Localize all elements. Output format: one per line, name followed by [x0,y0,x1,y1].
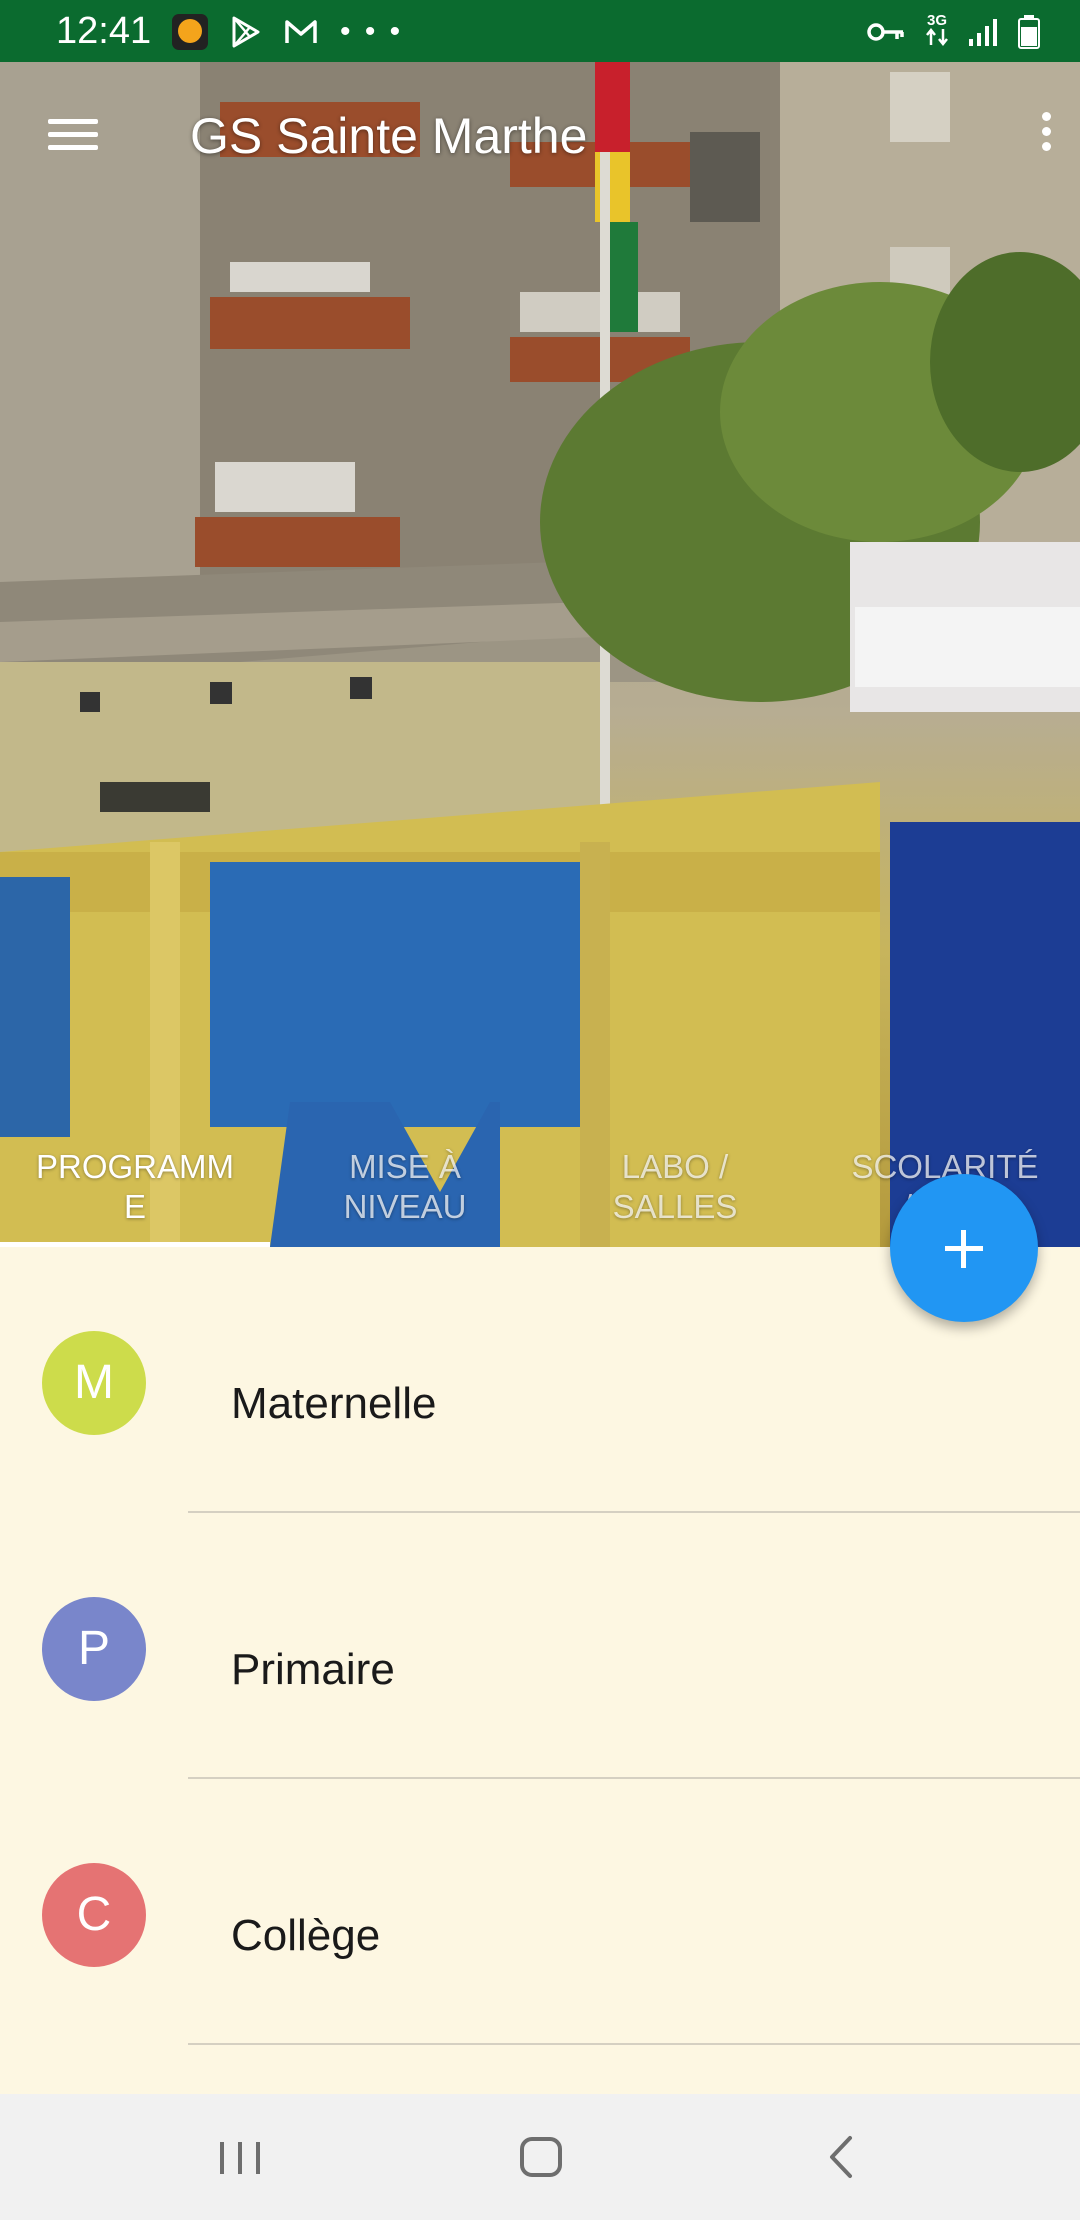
back-icon[interactable] [780,2124,900,2190]
network-type-label: 3G [926,12,947,29]
overflow-menu-icon[interactable] [1020,102,1070,162]
avatar: C [42,1863,146,1967]
add-fab-button[interactable] [890,1174,1038,1322]
school-building-photo [0,62,1080,1247]
status-bar: 12:41 • • • 3G [0,0,1080,62]
app-title: GS Sainte Marthe [190,108,588,164]
vpn-icon [172,14,208,50]
system-nav-bar [0,2094,1080,2220]
tab-mise-a-niveau[interactable]: MISE À NIVEAU [270,1147,540,1247]
avatar: P [42,1597,146,1701]
list-item-label: Collège [231,1911,381,1960]
list-item[interactable]: C Collège [0,1779,1080,2045]
more-dots-icon: • • • [340,15,404,48]
recent-apps-icon[interactable] [180,2124,300,2190]
list-item-label: Primaire [231,1645,395,1694]
status-right-icons: 3G [866,12,1040,52]
hero-image: GS Sainte Marthe [0,62,1080,1247]
program-list: M Maternelle P Primaire C Collège [0,1247,1080,2045]
home-icon[interactable] [480,2124,600,2190]
data-arrows-icon [926,27,948,47]
tab-programme[interactable]: PROGRAMM E [0,1147,270,1247]
tab-labo-salles[interactable]: LABO / SALLES [540,1147,810,1247]
signal-icon [969,19,997,46]
avatar: M [42,1331,146,1435]
status-time: 12:41 [56,10,152,52]
battery-icon [1018,15,1040,49]
divider [188,2043,1080,2045]
gmail-icon [285,20,317,43]
hamburger-menu-icon[interactable] [28,102,118,162]
play-store-icon [232,16,260,48]
status-left-icons: • • • [172,12,403,52]
list-item-label: Maternelle [231,1379,437,1428]
vpn-key-icon [867,23,904,41]
list-item[interactable]: P Primaire [0,1513,1080,1779]
network-3g-icon: 3G [924,13,950,51]
